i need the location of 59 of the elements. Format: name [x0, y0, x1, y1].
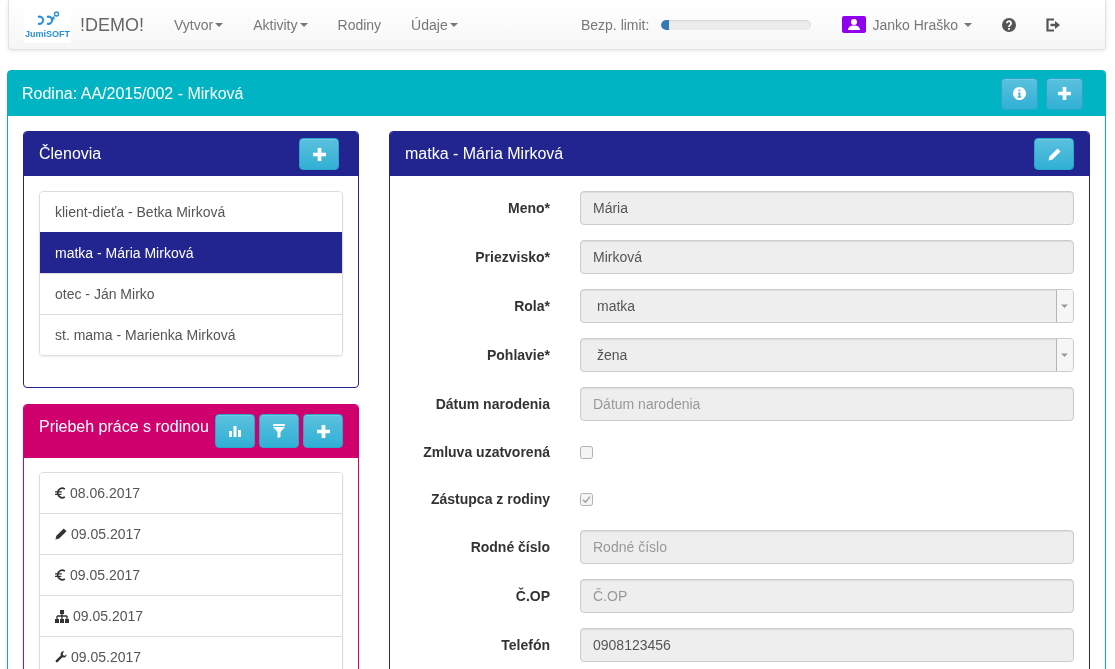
- panel-title: Rodina: AA/2015/002 - Mirková: [22, 83, 244, 104]
- caret-icon: [1056, 290, 1073, 322]
- user-icon: [842, 16, 867, 33]
- sitemap-icon: [55, 609, 69, 623]
- field-label: Meno*: [508, 199, 550, 218]
- field-label: Č.OP: [515, 586, 550, 606]
- caret-icon: [1056, 339, 1073, 371]
- panel-title: Členovia: [39, 144, 102, 164]
- euro-icon: [55, 569, 66, 581]
- work-entry[interactable]: 09.05.2017: [40, 554, 342, 595]
- limit-label: Bezp. limit:: [580, 15, 650, 35]
- field-label: Zástupca z rodiny: [430, 490, 550, 509]
- add-button[interactable]: [303, 414, 343, 448]
- caret-icon: [215, 22, 224, 27]
- menu-item[interactable]: Rodiny: [322, 14, 397, 35]
- add-button[interactable]: [299, 138, 339, 170]
- field-label: Dátum narodenia: [435, 395, 550, 414]
- member-item[interactable]: matka - Mária Mirková: [40, 232, 342, 273]
- caret-icon: [449, 22, 458, 27]
- edit-button[interactable]: [1034, 138, 1074, 170]
- plus-icon: [1058, 87, 1071, 100]
- help-icon[interactable]: [1002, 17, 1016, 32]
- menu-item[interactable]: Aktivity: [238, 14, 323, 35]
- add-button[interactable]: [1046, 77, 1083, 110]
- user-menu[interactable]: Janko Hraško: [842, 14, 972, 35]
- member-item[interactable]: st. mama - Marienka Mirková: [40, 314, 342, 355]
- field-label: Zmluva uzatvorená: [423, 443, 550, 462]
- field-label: Rola*: [514, 297, 550, 316]
- work-entry[interactable]: 09.05.2017: [40, 595, 342, 636]
- panel-title: matka - Mária Mirková: [405, 144, 564, 164]
- info-button[interactable]: [1001, 77, 1038, 110]
- logout-icon[interactable]: [1046, 17, 1060, 32]
- brand-link[interactable]: !DEMO!: [80, 14, 144, 35]
- field-label: Priezvisko*: [475, 248, 550, 267]
- wrench-icon: [55, 651, 67, 663]
- member-item[interactable]: otec - Ján Mirko: [40, 273, 342, 314]
- pencil-icon: [1047, 147, 1061, 161]
- caret-icon: [299, 22, 308, 27]
- field-label: Rodné číslo: [470, 538, 550, 557]
- bar-chart-icon: [228, 425, 242, 437]
- work-entry[interactable]: 09.05.2017: [40, 636, 342, 669]
- filter-button[interactable]: [259, 414, 299, 448]
- logo-text: JumiSOFT: [25, 28, 70, 39]
- filter-icon: [273, 424, 285, 438]
- field-label: Telefón: [501, 636, 550, 655]
- caret-icon: [964, 22, 972, 27]
- menu-item[interactable]: Vytvor: [159, 14, 239, 35]
- chart-button[interactable]: [215, 414, 255, 448]
- plus-icon: [312, 147, 326, 161]
- menu-item[interactable]: Údaje: [396, 14, 473, 35]
- plus-icon: [316, 424, 330, 438]
- pencil-icon: [55, 528, 67, 540]
- work-entry[interactable]: 08.06.2017: [40, 473, 342, 513]
- info-icon: [1013, 87, 1026, 100]
- euro-icon: [55, 487, 66, 499]
- member-item[interactable]: klient-dieťa - Betka Mirková: [40, 192, 342, 232]
- field-label: Pohlavie*: [486, 346, 550, 365]
- work-entry[interactable]: 09.05.2017: [40, 513, 342, 554]
- panel-title: Priebeh práce s rodinou: [39, 417, 209, 437]
